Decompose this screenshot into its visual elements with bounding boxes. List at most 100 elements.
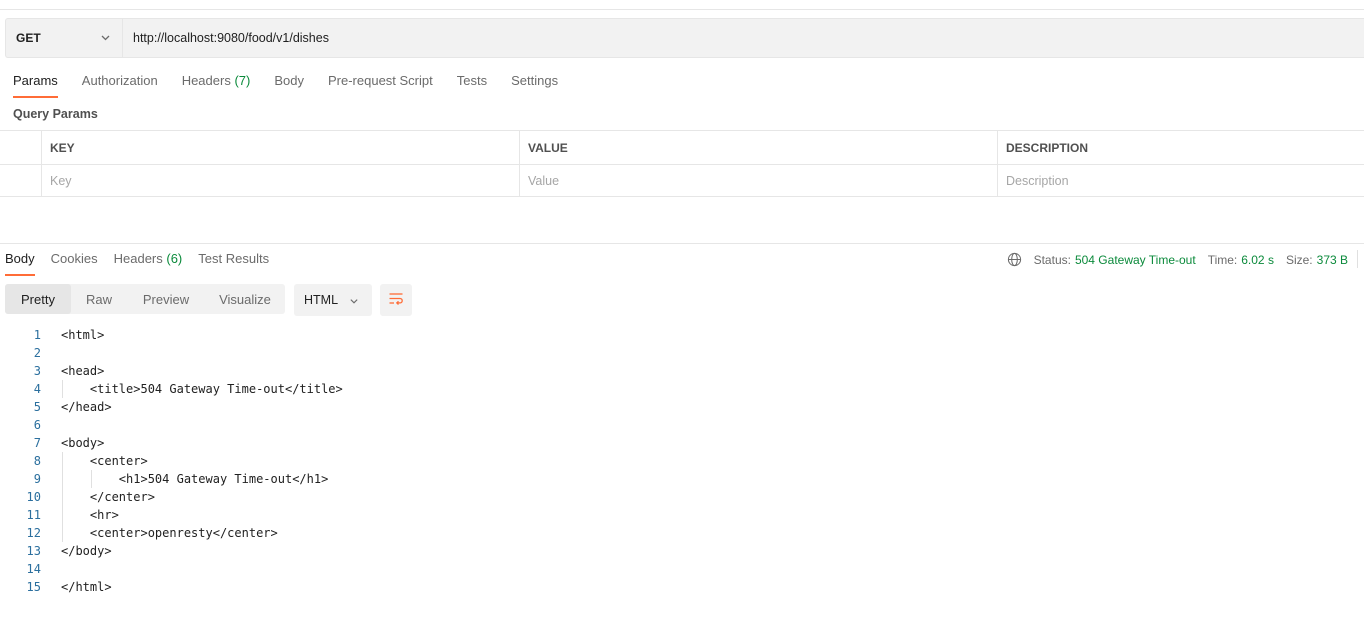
code-line: 11 <hr> — [0, 506, 700, 524]
chevron-down-icon — [349, 295, 359, 309]
chevron-down-icon — [100, 32, 111, 46]
row-checkbox-cell — [0, 164, 41, 197]
tab-body[interactable]: Body — [274, 73, 304, 98]
response-tabs: Body Cookies Headers (6) Test Results — [5, 251, 285, 277]
code-line: 15 </html> — [0, 578, 700, 596]
line-number: 15 — [26, 580, 41, 594]
code-line: 10 </center> — [0, 488, 700, 506]
tab-headers[interactable]: Headers (7) — [182, 73, 251, 98]
code-line: 12 <center>openresty</center> — [0, 524, 700, 542]
tab-tests[interactable]: Tests — [457, 73, 487, 98]
url-input[interactable]: http://localhost:9080/food/v1/dishes — [122, 19, 1364, 57]
response-code-view[interactable]: 1 <html> 2 3 <head> 4 <title>504 Gateway T… — [0, 326, 700, 596]
code-text: <center> — [61, 454, 148, 468]
view-raw-button[interactable]: Raw — [71, 284, 127, 314]
code-text: <body> — [61, 436, 105, 450]
size-value[interactable]: 373 B — [1317, 253, 1348, 267]
view-pretty-button[interactable]: Pretty — [5, 284, 71, 314]
code-line: 5 </head> — [0, 398, 700, 416]
status-label: Status: — [1033, 252, 1071, 267]
code-line: 7 <body> — [0, 434, 700, 452]
line-number: 9 — [33, 472, 41, 486]
code-text: <head> — [61, 364, 105, 378]
tab-settings[interactable]: Settings — [511, 73, 558, 98]
view-visualize-button[interactable]: Visualize — [205, 284, 285, 314]
code-line: 14 — [0, 560, 700, 578]
description-input[interactable]: Description — [997, 164, 1364, 197]
line-number: 1 — [33, 328, 41, 342]
line-number: 2 — [33, 346, 41, 360]
code-line: 9 <h1>504 Gateway Time-out</h1> — [0, 470, 700, 488]
code-text: </body> — [61, 544, 112, 558]
code-text: </html> — [61, 580, 112, 594]
key-input[interactable]: Key — [41, 164, 519, 197]
line-number: 7 — [33, 436, 41, 450]
format-select[interactable]: HTML — [294, 284, 372, 316]
column-header-value: VALUE — [519, 131, 997, 164]
tab-label: Params — [13, 73, 58, 88]
line-number: 6 — [33, 418, 41, 432]
line-number: 13 — [26, 544, 41, 558]
column-header-description: DESCRIPTION — [997, 131, 1364, 164]
tab-params[interactable]: Params — [13, 73, 58, 98]
code-line: 8 <center> — [0, 452, 700, 470]
code-line: 2 — [0, 344, 700, 362]
wrap-lines-button[interactable] — [380, 284, 412, 316]
code-text: <title>504 Gateway Time-out</title> — [61, 382, 343, 396]
request-tabs: Params Authorization Headers (7) Body Pr… — [13, 73, 582, 99]
line-number: 12 — [26, 526, 41, 540]
time-value[interactable]: 6.02 s — [1241, 253, 1274, 267]
response-status-bar: Status: 504 Gateway Time-out Time: 6.02 … — [1007, 250, 1358, 268]
code-text: </head> — [61, 400, 112, 414]
time-label: Time: — [1207, 252, 1238, 267]
tab-label: Body — [274, 73, 304, 88]
code-text: <hr> — [61, 508, 119, 522]
format-label: HTML — [304, 293, 339, 307]
request-bar: GET http://localhost:9080/food/v1/dishes — [5, 18, 1364, 58]
view-mode-switch: Pretty Raw Preview Visualize — [5, 284, 285, 314]
globe-icon[interactable] — [1007, 252, 1022, 267]
query-params-table: KEY VALUE DESCRIPTION Key Value Descript… — [0, 130, 1364, 197]
method-select[interactable]: GET — [6, 19, 122, 57]
tab-label: Headers — [181, 73, 231, 88]
tab-label: Tests — [456, 73, 488, 88]
code-line: 1 <html> — [0, 326, 700, 344]
tab-cookies[interactable]: Cookies — [51, 251, 98, 276]
code-line: 6 — [0, 416, 700, 434]
url-text: http://localhost:9080/food/v1/dishes — [133, 31, 329, 45]
method-label: GET — [16, 31, 41, 45]
top-divider — [0, 9, 1364, 10]
query-params-title: Query Params — [13, 107, 98, 121]
tab-test-results[interactable]: Test Results — [198, 251, 269, 276]
pane-divider[interactable] — [0, 243, 1364, 244]
code-line: 13 </body> — [0, 542, 700, 560]
tab-authorization[interactable]: Authorization — [82, 73, 158, 98]
tab-response-body[interactable]: Body — [5, 251, 35, 276]
line-number: 3 — [33, 364, 41, 378]
tab-label: Pre-request Script — [327, 73, 433, 88]
tab-label: Headers — [113, 251, 163, 266]
tab-count: (7) — [234, 73, 251, 88]
tab-label: Body — [5, 251, 35, 266]
tab-pre-request-script[interactable]: Pre-request Script — [328, 73, 433, 98]
wrap-lines-icon — [388, 291, 404, 310]
tab-label: Cookies — [50, 251, 98, 266]
view-preview-button[interactable]: Preview — [127, 284, 205, 314]
status-value[interactable]: 504 Gateway Time-out — [1075, 253, 1196, 267]
code-line: 4 <title>504 Gateway Time-out</title> — [0, 380, 700, 398]
tab-label: Settings — [511, 73, 559, 88]
line-number: 14 — [26, 562, 41, 576]
line-number: 8 — [33, 454, 41, 468]
tab-label: Test Results — [198, 251, 270, 266]
table-row: Key Value Description — [0, 164, 1364, 197]
code-text: <html> — [61, 328, 105, 342]
line-number: 10 — [26, 490, 41, 504]
column-header-key: KEY — [41, 131, 519, 164]
value-input[interactable]: Value — [519, 164, 997, 197]
table-header-row: KEY VALUE DESCRIPTION — [0, 131, 1364, 165]
size-label: Size: — [1285, 252, 1313, 267]
code-text: <center>openresty</center> — [61, 526, 278, 540]
tab-response-headers[interactable]: Headers (6) — [114, 251, 183, 276]
code-text: </center> — [61, 490, 155, 504]
line-number: 4 — [33, 382, 41, 396]
